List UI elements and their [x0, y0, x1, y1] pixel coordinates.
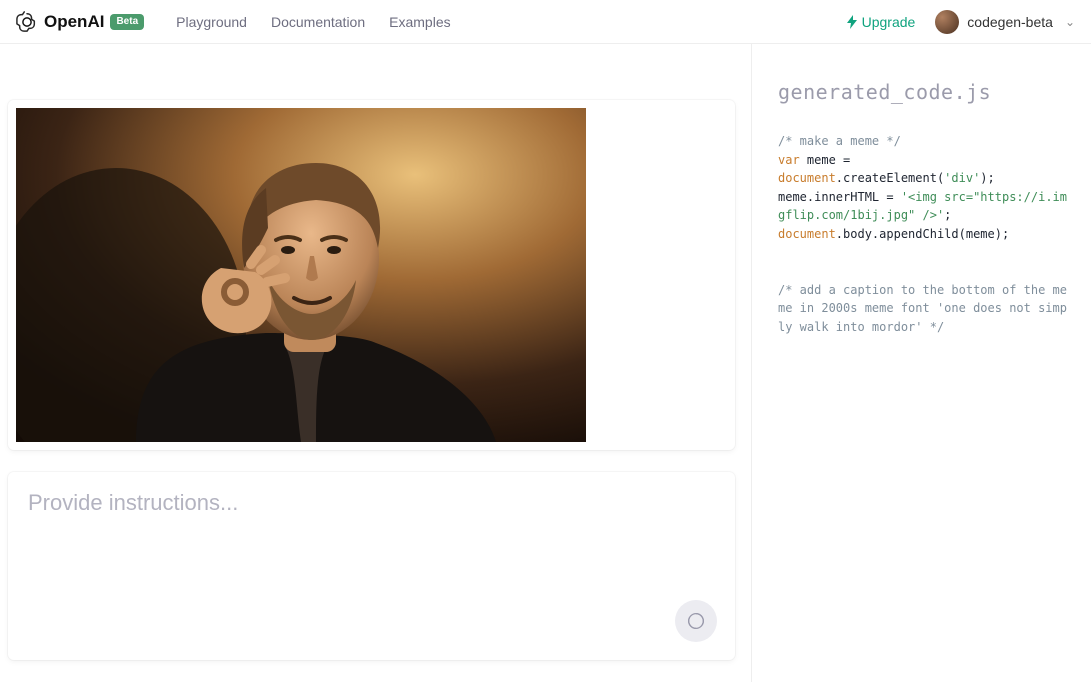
openai-logo-icon: [16, 11, 38, 33]
nav-examples[interactable]: Examples: [389, 14, 450, 30]
username: codegen-beta: [967, 14, 1053, 30]
code-panel: generated_code.js /* make a meme */ var …: [751, 44, 1091, 682]
beta-badge: Beta: [110, 14, 144, 30]
user-menu[interactable]: codegen-beta ⌄: [935, 10, 1075, 34]
submit-button[interactable]: [675, 600, 717, 642]
brand-text: OpenAI: [44, 12, 104, 32]
avatar: [935, 10, 959, 34]
instructions-input[interactable]: [28, 490, 715, 642]
lightning-icon: [846, 15, 858, 29]
code-filename: generated_code.js: [778, 80, 1071, 104]
brand-logo[interactable]: OpenAI Beta: [16, 11, 144, 33]
meme-preview-image: [16, 108, 586, 442]
openai-swirl-icon: [685, 610, 707, 632]
main-nav: Playground Documentation Examples: [176, 14, 450, 30]
nav-playground[interactable]: Playground: [176, 14, 247, 30]
instructions-card: [8, 472, 735, 660]
code-block: /* make a meme */ var meme = document.cr…: [778, 132, 1071, 337]
nav-documentation[interactable]: Documentation: [271, 14, 365, 30]
header: OpenAI Beta Playground Documentation Exa…: [0, 0, 1091, 44]
chevron-down-icon: ⌄: [1065, 15, 1075, 29]
left-pane: [0, 44, 751, 682]
preview-card: [8, 100, 735, 450]
upgrade-label: Upgrade: [862, 14, 916, 30]
upgrade-link[interactable]: Upgrade: [846, 14, 916, 30]
